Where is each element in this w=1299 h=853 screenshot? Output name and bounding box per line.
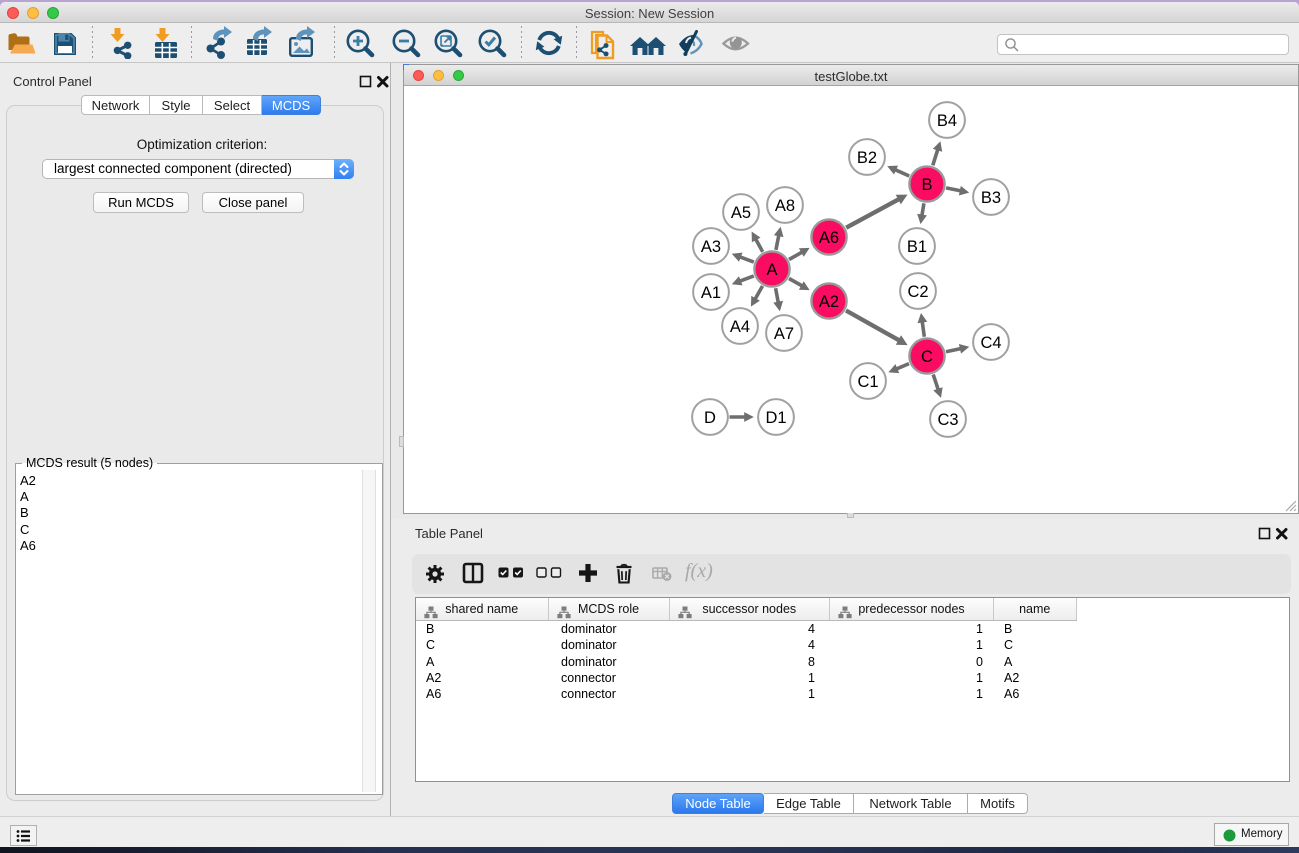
svg-text:C4: C4 bbox=[980, 334, 1001, 352]
svg-text:B: B bbox=[921, 176, 932, 194]
svg-text:A1: A1 bbox=[701, 284, 721, 302]
svg-text:A6: A6 bbox=[819, 229, 839, 247]
svg-text:B1: B1 bbox=[907, 238, 927, 256]
svg-text:B3: B3 bbox=[981, 189, 1001, 207]
svg-text:C: C bbox=[921, 348, 933, 366]
svg-text:D: D bbox=[704, 409, 716, 427]
svg-text:A: A bbox=[766, 261, 777, 279]
svg-text:B2: B2 bbox=[857, 149, 877, 167]
svg-text:A4: A4 bbox=[730, 318, 750, 336]
svg-text:A8: A8 bbox=[775, 197, 795, 215]
svg-text:C3: C3 bbox=[937, 411, 958, 429]
svg-text:A7: A7 bbox=[774, 325, 794, 343]
svg-text:A3: A3 bbox=[701, 238, 721, 256]
svg-text:C1: C1 bbox=[857, 373, 878, 391]
svg-text:D1: D1 bbox=[765, 409, 786, 427]
svg-text:C2: C2 bbox=[907, 283, 928, 301]
svg-text:A2: A2 bbox=[819, 293, 839, 311]
svg-text:A5: A5 bbox=[731, 204, 751, 222]
svg-text:B4: B4 bbox=[937, 112, 957, 130]
